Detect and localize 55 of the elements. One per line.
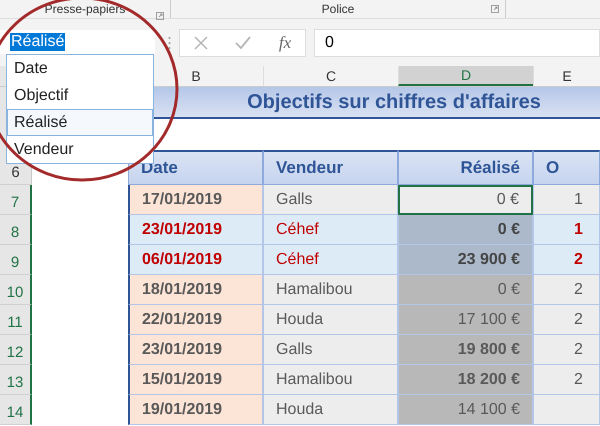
row-number[interactable]: 7 [0,185,32,215]
table-cell: Hamalibou [263,365,398,395]
table-cell: 1 [533,215,600,245]
table-cell: 23/01/2019 [128,335,263,365]
table-cell: 2 [533,275,600,305]
table-cell: 23 900 € [398,245,533,275]
dialog-launcher-icon[interactable] [156,12,164,20]
column-header[interactable]: D [398,66,533,86]
table-cell: 2 [533,335,600,365]
ribbon-group-label: Presse-papiers [44,2,126,16]
table-cell: 2 [533,365,600,395]
table-cell: 2 [533,305,600,335]
dialog-launcher-icon[interactable] [491,5,499,13]
table-cell: Céhef [263,215,398,245]
row-number[interactable]: 9 [0,245,32,275]
column-heading: Vendeur [263,150,398,185]
table-cell: 0 € [398,215,533,245]
table-cell: Galls [263,185,398,215]
row-number[interactable]: 12 [0,335,32,365]
column-heading: Réalisé [398,150,533,185]
table-cell: Houda [263,305,398,335]
table-cell: 0 € [398,185,533,215]
cancel-icon[interactable] [194,36,208,50]
table-cell: 23/01/2019 [128,215,263,245]
table-cell: 19 800 € [398,335,533,365]
table-cell: 18 200 € [398,365,533,395]
table-cell: 2 [533,245,600,275]
table-cell: Houda [263,395,398,425]
ribbon-group-label: Police [322,2,354,16]
table-cell: Céhef [263,245,398,275]
dropdown-item[interactable]: Réalisé [7,109,153,136]
table-cell: Hamalibou [263,275,398,305]
formula-input[interactable]: 0 [314,28,600,56]
table-cell: 19/01/2019 [128,395,263,425]
table-cell: 1 [533,185,600,215]
table-cell: 18/01/2019 [128,275,263,305]
table-cell: Galls [263,335,398,365]
column-heading: O [533,150,600,185]
table-cell: 0 € [398,275,533,305]
table-cell: 22/01/2019 [128,305,263,335]
drag-handle-icon[interactable] [168,36,171,50]
name-box[interactable]: Réalisé [0,30,155,54]
row-number[interactable]: 14 [0,395,32,425]
row-number[interactable]: 11 [0,305,32,335]
row-number[interactable]: 13 [0,365,32,395]
row-number[interactable]: 8 [0,215,32,245]
insert-function-button[interactable]: fx [278,32,292,52]
table-cell: 06/01/2019 [128,245,263,275]
check-icon[interactable] [235,36,252,50]
table-cell: 17/01/2019 [128,185,263,215]
table-cell: 14 100 € [398,395,533,425]
table-cell: 17 100 € [398,305,533,335]
column-header[interactable]: E [533,66,600,86]
row-number[interactable]: 10 [0,275,32,305]
table-cell: 15/01/2019 [128,365,263,395]
